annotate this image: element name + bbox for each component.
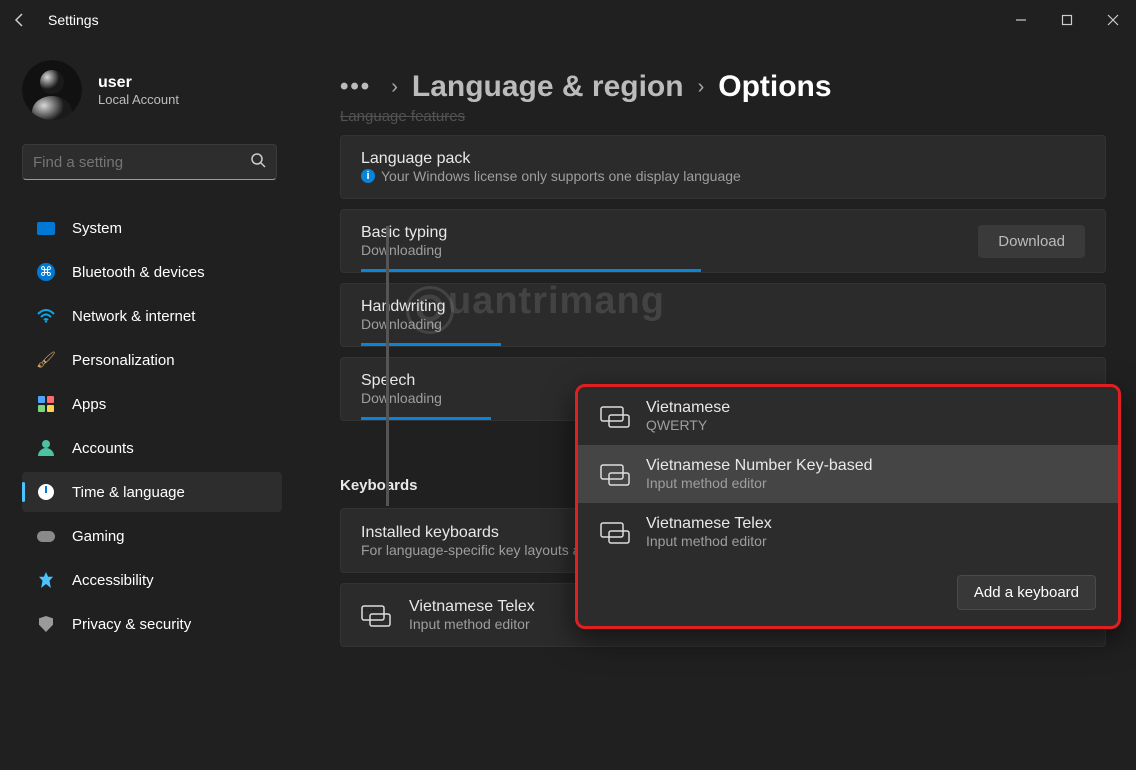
chevron-right-icon: › [698,76,705,99]
sidebar-item-label: Accounts [72,440,134,457]
clock-icon [36,482,56,502]
popup-item-subtitle: Input method editor [646,533,772,549]
sidebar-item-label: Personalization [72,352,175,369]
gamepad-icon [36,526,56,546]
keyboard-icon [600,404,630,428]
card-title: Handwriting [361,298,1085,316]
search-input[interactable] [33,154,250,171]
window-title: Settings [48,12,99,28]
chevron-right-icon: › [391,76,398,99]
sidebar-item-apps[interactable]: Apps [22,384,282,424]
close-button[interactable] [1090,0,1136,40]
breadcrumb-parent[interactable]: Language & region [412,70,684,104]
popup-item-title: Vietnamese [646,399,730,417]
minimize-button[interactable] [998,0,1044,40]
popup-item-subtitle: Input method editor [646,475,873,491]
keyboard-icon [600,520,630,544]
shield-icon [36,614,56,634]
sidebar-item-accounts[interactable]: Accounts [22,428,282,468]
keyboard-icon [600,462,630,486]
card-title: Language pack [361,150,1085,168]
wifi-icon [36,306,56,326]
pane-divider-scrollbar[interactable] [386,226,389,506]
user-name: user [98,74,179,92]
user-block[interactable]: user Local Account [22,60,300,120]
card-title: Basic typing [361,224,978,242]
sidebar-item-label: Network & internet [72,308,195,325]
apps-icon [36,394,56,414]
progress-bar [361,269,701,272]
window-controls [998,0,1136,40]
download-button[interactable]: Download [978,225,1085,258]
card-language-pack[interactable]: Language pack i Your Windows license onl… [340,135,1106,199]
breadcrumb: ••• › Language & region › Options [340,70,1106,104]
progress-bar [361,343,501,346]
breadcrumb-current: Options [718,70,831,104]
accessibility-icon [36,570,56,590]
sidebar-item-label: Accessibility [72,572,154,589]
sidebar-item-label: System [72,220,122,237]
card-note: Your Windows license only supports one d… [381,168,741,184]
sidebar-item-label: Gaming [72,528,125,545]
sidebar-item-personalization[interactable]: 🖌 Personalization [22,340,282,380]
popup-item-title: Vietnamese Telex [646,515,772,533]
search-box[interactable] [22,144,277,180]
sidebar: user Local Account System ⌘ Bluetooth & … [0,40,300,770]
system-icon [36,218,56,238]
sidebar-item-gaming[interactable]: Gaming [22,516,282,556]
popup-add-keyboard-button[interactable]: Add a keyboard [957,575,1096,610]
account-icon [36,438,56,458]
card-status: Downloading [361,316,1085,332]
card-basic-typing[interactable]: Basic typing Downloading Download [340,209,1106,273]
breadcrumb-overflow[interactable]: ••• [340,73,371,101]
back-button[interactable] [0,12,40,28]
card-handwriting[interactable]: Handwriting Downloading [340,283,1106,347]
sidebar-item-bluetooth[interactable]: ⌘ Bluetooth & devices [22,252,282,292]
popup-item-vietnamese-qwerty[interactable]: Vietnamese QWERTY [578,387,1118,445]
sidebar-item-label: Privacy & security [72,616,191,633]
maximize-button[interactable] [1044,0,1090,40]
avatar [22,60,82,120]
search-icon [250,152,266,173]
keyboard-icon [361,603,391,627]
card-status: Downloading [361,242,978,258]
popup-item-title: Vietnamese Number Key-based [646,457,873,475]
bluetooth-icon: ⌘ [36,262,56,282]
user-subtitle: Local Account [98,92,179,107]
sidebar-item-system[interactable]: System [22,208,282,248]
popup-item-vietnamese-number-key[interactable]: Vietnamese Number Key-based Input method… [578,445,1118,503]
sidebar-item-network[interactable]: Network & internet [22,296,282,336]
progress-bar [361,417,491,420]
sidebar-item-privacy[interactable]: Privacy & security [22,604,282,644]
popup-item-subtitle: QWERTY [646,417,730,433]
brush-icon: 🖌 [36,350,56,370]
info-icon: i [361,169,375,183]
sidebar-item-time-language[interactable]: Time & language [22,472,282,512]
sidebar-item-label: Apps [72,396,106,413]
titlebar: Settings [0,0,1136,40]
nav: System ⌘ Bluetooth & devices Network & i… [22,208,300,644]
sidebar-item-label: Time & language [72,484,185,501]
section-language-features: Language features [340,108,1106,125]
sidebar-item-label: Bluetooth & devices [72,264,205,281]
sidebar-item-accessibility[interactable]: Accessibility [22,560,282,600]
popup-item-vietnamese-telex[interactable]: Vietnamese Telex Input method editor [578,503,1118,561]
add-keyboard-popup: Vietnamese QWERTY Vietnamese Number Key-… [575,384,1121,629]
